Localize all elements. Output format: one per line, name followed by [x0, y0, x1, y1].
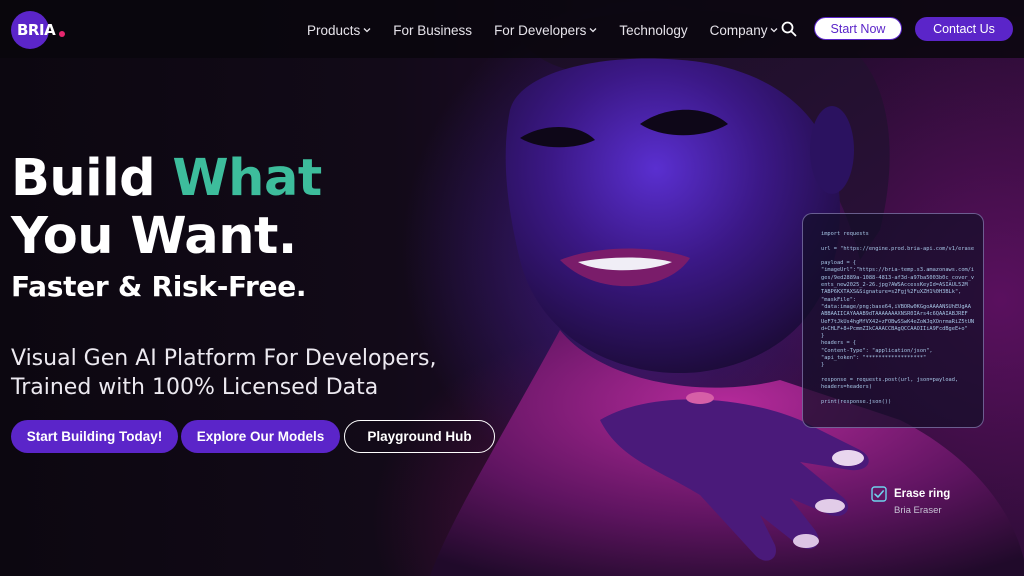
code-lines: import requests url = "https://engine.pro… [821, 231, 974, 406]
checkbox-checked-icon [871, 486, 887, 502]
erase-ring-badge: Erase ring Bria Eraser [871, 486, 991, 520]
code-line: "imageUrl":"https://bria-temp.s3.amazona… [821, 267, 974, 274]
erase-badge-subtitle: Bria Eraser [894, 505, 942, 516]
contact-us-button[interactable]: Contact Us [915, 17, 1013, 41]
code-line: ges/9ed2889a-1088-4813-af3d-a97ba5003b0c… [821, 274, 974, 281]
nav-item-company[interactable]: Company [710, 23, 779, 38]
logo-text: BRIA [17, 21, 56, 39]
code-line: "maskFile": [821, 296, 857, 303]
bria-logo[interactable]: BRIA [11, 11, 71, 49]
code-line: "data:image/png;base64,iVBORw0KGgoAAAANS… [821, 303, 971, 310]
code-line: ents_new2025_2-26.jpg?AWSAccessKeyId=ASI… [821, 282, 968, 289]
code-line: } [821, 333, 825, 340]
code-line: response = requests.post(url, json=paylo… [821, 376, 959, 383]
headline-part1: Build [11, 149, 173, 208]
nav-item-products[interactable]: Products [307, 23, 371, 38]
playground-hub-button[interactable]: Playground Hub [344, 420, 495, 453]
top-navigation: BRIA Products For Business For Developer… [0, 0, 1024, 58]
code-line: ABBAAIICAYAAAB9dTAAAAAAAXNSR0IArs4c6QAAI… [821, 311, 968, 318]
tagline-line2: Trained with 100% Licensed Data [11, 375, 379, 400]
headline-accent: What [172, 149, 322, 208]
logo-dot [59, 31, 65, 37]
chevron-down-icon [589, 28, 597, 33]
code-line: url = "https://engine.prod.bria-api.com/… [821, 245, 974, 252]
nav-item-for-business[interactable]: For Business [393, 23, 472, 38]
page: BRIA Products For Business For Developer… [0, 0, 1024, 576]
code-line: payload = { [821, 260, 857, 267]
chevron-down-icon [363, 28, 371, 33]
erase-badge-title: Erase ring [894, 488, 951, 500]
code-line: headers=headers) [821, 384, 873, 391]
code-line: "Content-Type": "application/json", [821, 347, 933, 354]
code-line: import requests [821, 231, 869, 237]
headline-line2: You Want. [11, 207, 297, 266]
start-building-button[interactable]: Start Building Today! [11, 420, 178, 453]
code-line: UeF7tJkUs4hgMfVX42+zFOBwSSwK4eZoWJqXOnrm… [821, 318, 974, 325]
explore-models-button[interactable]: Explore Our Models [181, 420, 340, 453]
search-icon[interactable] [781, 21, 797, 37]
hero-tagline: Visual Gen AI Platform For Developers, T… [11, 344, 436, 402]
nav-item-label: For Developers [494, 22, 587, 38]
nav-item-for-developers[interactable]: For Developers [494, 23, 597, 38]
hero-subheadline: Faster & Risk-Free. [11, 270, 307, 303]
code-line: TABP6KXTAXS&Signature=s2Fgj%2FuXZH1%0H3B… [821, 289, 962, 296]
hero-headline: Build What You Want. [11, 150, 322, 266]
tagline-line1: Visual Gen AI Platform For Developers, [11, 346, 437, 371]
code-line: } [821, 362, 825, 369]
code-line: print(response.json()) [821, 398, 892, 405]
nav-links: Products For Business For Developers Tec… [307, 21, 778, 39]
nav-item-label: Technology [619, 22, 688, 38]
chevron-down-icon [770, 28, 778, 33]
code-line: d+CHLF+8+PcmmZIkCAAACCBAgQCCAAOIIiA9FcdB… [821, 325, 968, 332]
nav-item-label: Company [709, 22, 768, 38]
code-line: "api_token": "******************" [821, 355, 927, 362]
nav-item-label: Products [307, 22, 361, 38]
nav-item-technology[interactable]: Technology [619, 23, 687, 38]
code-snippet-panel: import requests url = "https://engine.pro… [802, 213, 984, 428]
nav-item-label: For Business [393, 22, 473, 38]
start-now-button[interactable]: Start Now [814, 17, 902, 40]
code-line: headers = { [821, 340, 857, 347]
